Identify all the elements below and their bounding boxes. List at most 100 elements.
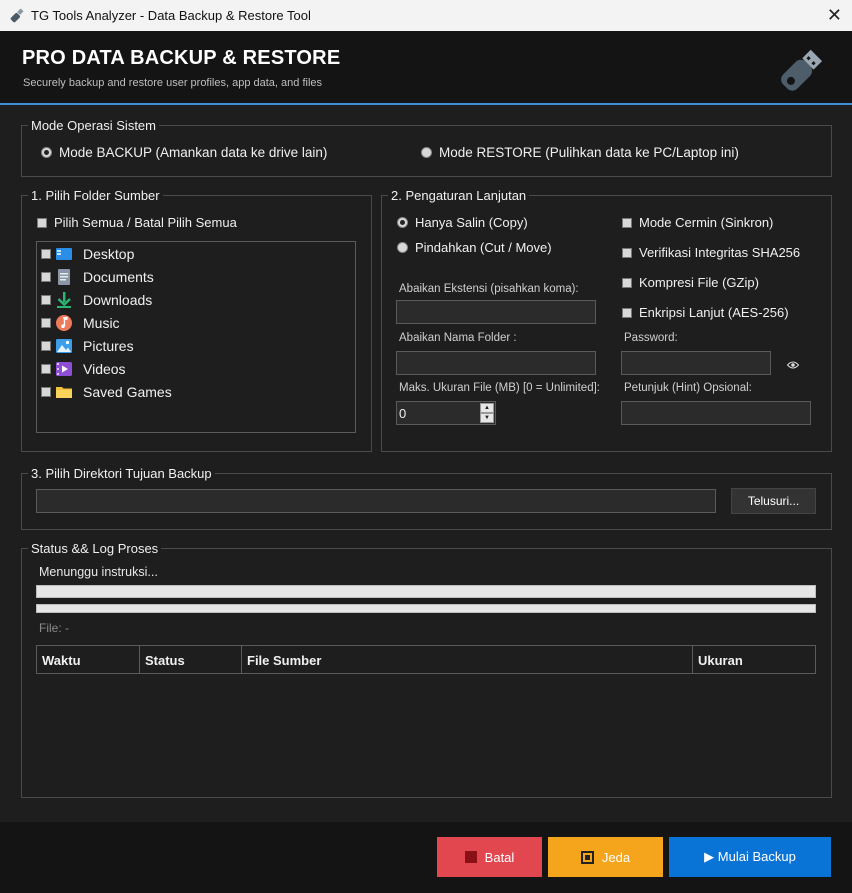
radio-indicator [397, 242, 408, 253]
page-subtitle: Securely backup and restore user profile… [23, 77, 323, 89]
encrypt-label: Enkripsi Lanjut (AES-256) [639, 305, 789, 320]
pictures-folder-icon [55, 337, 73, 355]
current-file-label: File: - [39, 621, 69, 635]
status-group-label: Status && Log Proses [28, 541, 162, 556]
videos-folder-icon [55, 360, 73, 378]
folder-item-downloads[interactable]: Downloads [41, 291, 152, 309]
checkbox-box [622, 247, 632, 258]
stepper-up-icon[interactable]: ▲ [480, 403, 494, 413]
max-size-value: 0 [399, 406, 407, 421]
folder-label: Pictures [83, 338, 134, 354]
total-progress-bar [36, 585, 816, 598]
usb-drive-icon [764, 37, 832, 110]
move-label: Pindahkan (Cut / Move) [415, 240, 552, 255]
pause-icon [580, 850, 594, 864]
window-title: TG Tools Analyzer - Data Backup & Restor… [31, 8, 311, 23]
folder-item-desktop[interactable]: Desktop [41, 245, 134, 263]
folder-item-saved-games[interactable]: Saved Games [41, 383, 172, 401]
browse-button[interactable]: Telusuri... [731, 488, 816, 514]
folder-item-pictures[interactable]: Pictures [41, 337, 134, 355]
checkbox-box[interactable] [41, 272, 51, 282]
checkbox-box[interactable] [41, 295, 51, 305]
folder-item-documents[interactable]: Documents [41, 268, 154, 286]
ignore-folder-input[interactable] [396, 351, 596, 375]
password-label: Password: [624, 332, 678, 344]
advanced-group-label: 2. Pengaturan Lanjutan [388, 188, 530, 203]
folder-item-music[interactable]: Music [41, 314, 120, 332]
password-input[interactable] [621, 351, 771, 375]
cancel-label: Batal [484, 849, 515, 865]
page-title: PRO DATA BACKUP & RESTORE [22, 47, 341, 69]
radio-indicator [397, 217, 408, 228]
backup-mode-radio[interactable]: Mode BACKUP (Amankan data ke drive lain) [41, 145, 327, 160]
start-backup-button[interactable]: ▶ Mulai Backup [669, 837, 831, 877]
file-progress-bar [36, 604, 816, 613]
checkbox-box[interactable] [41, 341, 51, 351]
mirror-label: Mode Cermin (Sinkron) [639, 215, 774, 230]
max-size-label: Maks. Ukuran File (MB) [0 = Unlimited]: [399, 382, 600, 394]
restore-mode-label: Mode RESTORE (Pulihkan data ke PC/Laptop… [439, 145, 739, 160]
copy-label: Hanya Salin (Copy) [415, 215, 528, 230]
documents-folder-icon [55, 268, 73, 286]
folder-label: Downloads [83, 292, 153, 308]
usb-app-icon [9, 8, 25, 27]
eye-icon[interactable] [786, 357, 800, 375]
mode-group-label: Mode Operasi Sistem [28, 118, 159, 133]
checkbox-box[interactable] [41, 318, 51, 328]
folder-label: Desktop [83, 246, 135, 262]
stop-icon [464, 851, 477, 863]
checkbox-box[interactable] [41, 249, 51, 259]
copy-radio[interactable]: Hanya Salin (Copy) [397, 215, 528, 230]
verify-label: Verifikasi Integritas SHA256 [639, 245, 801, 260]
folder-label: Documents [83, 269, 154, 285]
column-header-status[interactable]: Status [140, 646, 242, 673]
ignore-ext-input[interactable] [396, 300, 596, 324]
select-all-label: Pilih Semua / Batal Pilih Semua [54, 215, 237, 230]
desktop-folder-icon [55, 245, 73, 263]
saved-games-folder-icon [55, 383, 73, 401]
ignore-ext-label: Abaikan Ekstensi (pisahkan koma): [399, 283, 579, 295]
mirror-checkbox[interactable]: Mode Cermin (Sinkron) [622, 215, 773, 230]
status-message: Menunggu instruksi... [39, 565, 158, 579]
pause-label: Jeda [601, 849, 631, 865]
radio-indicator [41, 147, 52, 158]
target-group-label: 3. Pilih Direktori Tujuan Backup [28, 466, 215, 481]
hint-label: Petunjuk (Hint) Opsional: [624, 382, 752, 394]
folder-label: Videos [83, 361, 126, 377]
music-folder-icon [55, 314, 73, 332]
compress-label: Kompresi File (GZip) [639, 275, 759, 290]
column-header-size[interactable]: Ukuran [693, 646, 815, 673]
checkbox-box [622, 307, 632, 318]
folder-label: Music [83, 315, 120, 331]
compress-checkbox[interactable]: Kompresi File (GZip) [622, 275, 759, 290]
ignore-folder-label: Abaikan Nama Folder : [399, 332, 517, 344]
column-header-time[interactable]: Waktu [37, 646, 140, 673]
checkbox-box [622, 217, 632, 228]
checkbox-box[interactable] [41, 387, 51, 397]
folder-list[interactable]: Desktop Documents Downloads Music Pictur… [36, 241, 356, 433]
column-header-source-file[interactable]: File Sumber [242, 646, 693, 673]
close-icon[interactable]: ✕ [827, 5, 842, 26]
folder-item-videos[interactable]: Videos [41, 360, 126, 378]
downloads-folder-icon [55, 291, 73, 309]
max-size-stepper[interactable]: 0 ▲ ▼ [396, 401, 496, 425]
hint-input[interactable] [621, 401, 811, 425]
app-header: PRO DATA BACKUP & RESTORE Securely backu… [0, 31, 852, 105]
select-all-checkbox[interactable]: Pilih Semua / Batal Pilih Semua [37, 215, 237, 230]
target-path-input[interactable] [36, 489, 716, 513]
move-radio[interactable]: Pindahkan (Cut / Move) [397, 240, 552, 255]
radio-indicator [421, 147, 432, 158]
cancel-button[interactable]: Batal [437, 837, 542, 877]
checkbox-box [622, 277, 632, 288]
source-group-label: 1. Pilih Folder Sumber [28, 188, 163, 203]
encrypt-checkbox[interactable]: Enkripsi Lanjut (AES-256) [622, 305, 789, 320]
restore-mode-radio[interactable]: Mode RESTORE (Pulihkan data ke PC/Laptop… [421, 145, 739, 160]
backup-mode-label: Mode BACKUP (Amankan data ke drive lain) [59, 145, 328, 160]
checkbox-box[interactable] [41, 364, 51, 374]
stepper-down-icon[interactable]: ▼ [480, 413, 494, 423]
verify-checkbox[interactable]: Verifikasi Integritas SHA256 [622, 245, 800, 260]
pause-button[interactable]: Jeda [548, 837, 663, 877]
folder-label: Saved Games [83, 384, 172, 400]
title-bar: TG Tools Analyzer - Data Backup & Restor… [0, 0, 852, 31]
log-table-header: Waktu Status File Sumber Ukuran [36, 645, 816, 674]
